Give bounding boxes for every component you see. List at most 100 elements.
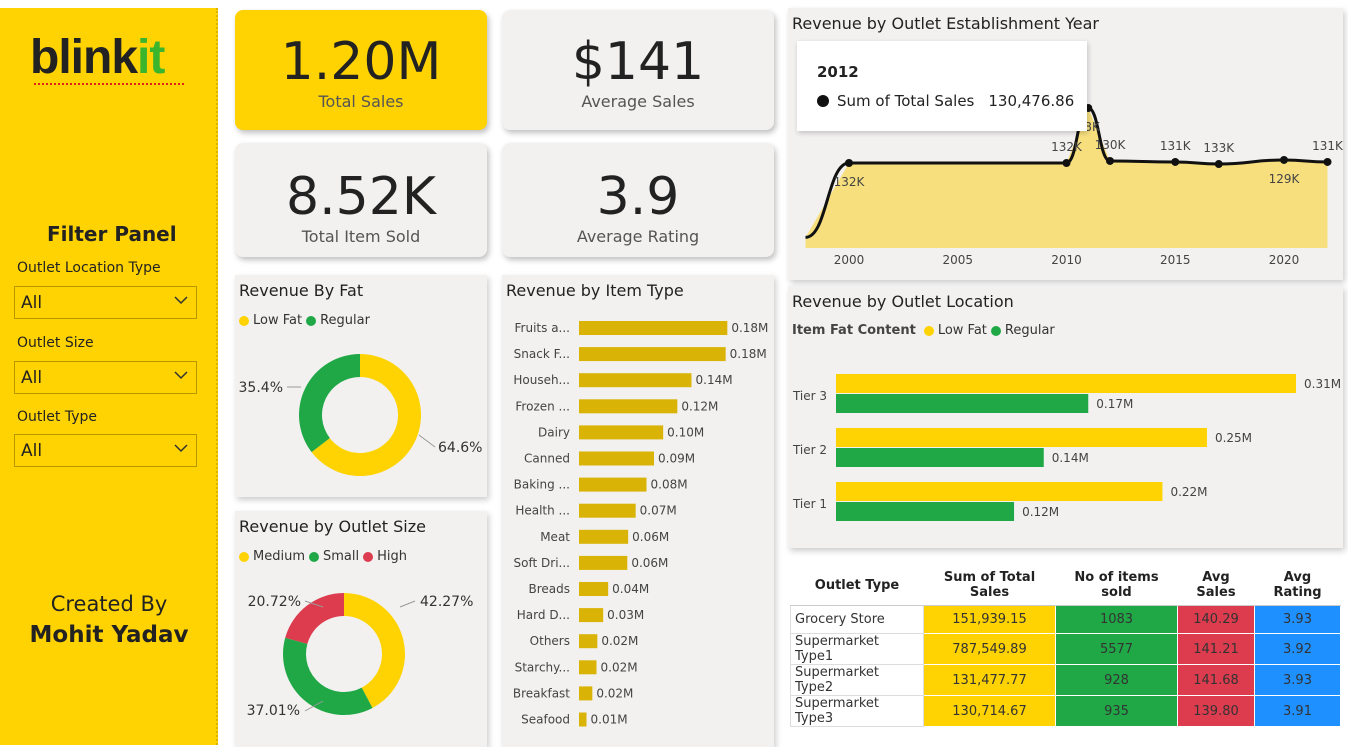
bar-category-label: Dairy [538, 425, 570, 439]
item-type-bar[interactable] [579, 399, 678, 414]
year-data-point[interactable] [845, 159, 853, 167]
table-cell-outlet-type: Supermarket Type1 [790, 633, 924, 665]
bar-data-label: 0.06M [632, 530, 669, 544]
bar-data-label: 0.09M [658, 452, 695, 466]
year-tick-label: 2000 [834, 253, 865, 267]
kpi-average-sales-value: $141 [571, 32, 705, 92]
kpi-total-sales-card[interactable]: 1.20M Total Sales [235, 10, 487, 130]
chevron-down-icon [174, 371, 188, 380]
kpi-average-rating-card[interactable]: 3.9 Average Rating [502, 143, 774, 257]
outlet-size-label: Outlet Size [17, 335, 94, 351]
table-header[interactable]: Avg Rating [1254, 565, 1341, 606]
item-type-bar[interactable] [579, 451, 654, 466]
location-bar-label: 0.22M [1170, 485, 1207, 499]
table-row[interactable]: Supermarket Type3 130,714.67 935 139.80 … [790, 695, 1341, 727]
bar-category-label: Seafood [521, 713, 570, 727]
revenue-by-year-panel[interactable]: Revenue by Outlet Establishment Year 132… [788, 8, 1343, 280]
year-data-point[interactable] [1214, 160, 1223, 169]
table-header[interactable]: No of items sold [1055, 565, 1178, 606]
item-type-bar[interactable] [579, 608, 604, 623]
kpi-total-sales-label: Total Sales [318, 92, 404, 111]
revenue-by-fat-panel[interactable]: Revenue By Fat Low Fat Regular 64.6% 35.4… [235, 275, 487, 497]
slice-leader-line [399, 600, 416, 608]
table-cell-avg-rating: 3.92 [1254, 633, 1341, 665]
outlet-type-dropdown[interactable]: All [14, 434, 197, 467]
tooltip-value: 130,476.86 [988, 92, 1075, 110]
table-cell-outlet-type: Supermarket Type2 [790, 664, 924, 696]
table-row[interactable]: Supermarket Type1 787,549.89 5577 141.21… [790, 633, 1341, 665]
item-type-bar[interactable] [579, 634, 598, 649]
bar-category-label: Househ... [513, 373, 570, 387]
year-data-point[interactable] [1106, 156, 1114, 165]
location-category-label: Tier 1 [792, 497, 827, 511]
item-type-bar[interactable] [579, 321, 728, 335]
revenue-by-fat-donut[interactable]: 64.6% 35.4% [235, 275, 487, 497]
location-bar-low-fat[interactable] [836, 374, 1296, 393]
outlet-type-table[interactable]: Outlet Type Sum of Total Sales No of ite… [790, 565, 1341, 727]
location-bar-low-fat[interactable] [836, 428, 1207, 447]
revenue-by-outlet-size-panel[interactable]: Revenue by Outlet Size Medium Small High… [235, 511, 487, 747]
kpi-average-sales-label: Average Sales [581, 92, 695, 111]
table-cell-total-sales: 151,939.15 [923, 605, 1056, 634]
location-bar-regular[interactable] [836, 502, 1015, 521]
revenue-by-outlet-location-chart[interactable]: Tier 3 0.31M 0.17M Tier 2 0.25M 0.14M Tier 1 0.… [788, 286, 1343, 548]
bar-data-label: 0.01M [591, 713, 628, 727]
location-bar-label: 0.25M [1215, 431, 1252, 445]
filter-panel-title: Filter Panel [47, 222, 177, 246]
year-data-point[interactable] [1323, 157, 1332, 166]
item-type-bar[interactable] [579, 712, 587, 727]
location-bar-low-fat[interactable] [836, 482, 1163, 501]
outlet-size-dropdown[interactable]: All [14, 361, 197, 394]
year-data-label: 132K [834, 175, 866, 189]
outlet-type-label: Outlet Type [17, 409, 97, 425]
year-data-point[interactable] [1171, 157, 1180, 166]
item-type-bar[interactable] [579, 686, 593, 701]
table-header[interactable]: Outlet Type [790, 565, 924, 606]
kpi-total-sales-value: 1.20M [280, 32, 442, 92]
bar-data-label: 0.04M [612, 582, 649, 596]
year-tick-label: 2010 [1051, 253, 1082, 267]
item-type-bar[interactable] [579, 582, 609, 596]
item-type-bar[interactable] [579, 477, 647, 492]
location-bar-regular[interactable] [836, 394, 1089, 413]
location-bar-regular[interactable] [836, 448, 1044, 467]
table-header[interactable]: Avg Sales [1177, 565, 1255, 606]
year-data-point[interactable] [1062, 159, 1071, 167]
item-type-bar[interactable] [579, 425, 664, 440]
table-cell-outlet-type: Supermarket Type3 [790, 695, 924, 727]
blinkit-logo: blinkit [30, 30, 165, 85]
bar-category-label: Baking ... [514, 478, 570, 492]
bar-data-label: 0.02M [601, 634, 638, 648]
revenue-by-item-type-panel[interactable]: Revenue by Item Type Fruits a... 0.18M Sna… [502, 275, 774, 747]
bar-data-label: 0.18M [730, 347, 767, 361]
table-header[interactable]: Sum of Total Sales [923, 565, 1056, 606]
revenue-by-fat-slice-regular[interactable] [299, 354, 360, 453]
logo-text-blink: blink [30, 31, 138, 84]
item-type-bar[interactable] [579, 373, 692, 388]
table-row[interactable]: Supermarket Type2 131,477.77 928 141.68 … [790, 664, 1341, 696]
revenue-by-outlet-location-panel[interactable]: Revenue by Outlet Location Item Fat Cont… [788, 286, 1343, 548]
revenue-by-item-type-chart[interactable]: Fruits a... 0.18M Snack F... 0.18M Househ...… [502, 275, 774, 747]
logo-text-it: it [137, 31, 165, 84]
item-type-bar[interactable] [579, 503, 636, 518]
bar-category-label: Breakfast [513, 686, 570, 700]
item-type-bar[interactable] [579, 529, 629, 544]
revenue-by-outlet-size-donut[interactable]: 42.27% 37.01% 20.72% [235, 511, 487, 747]
year-data-label: 129K [1269, 172, 1301, 186]
bar-category-label: Starchy... [515, 660, 570, 674]
tooltip-title: 2012 [817, 63, 859, 81]
location-category-label: Tier 2 [792, 443, 827, 457]
item-type-bar[interactable] [579, 555, 628, 570]
kpi-total-items-card[interactable]: 8.52K Total Item Sold [235, 143, 487, 257]
table-row[interactable]: Grocery Store 151,939.15 1083 140.29 3.9… [790, 605, 1341, 634]
kpi-average-sales-card[interactable]: $141 Average Sales [502, 10, 774, 130]
item-type-bar[interactable] [579, 660, 597, 675]
table-cell-avg-sales: 140.29 [1177, 605, 1255, 634]
year-data-point[interactable] [1280, 155, 1288, 164]
item-type-bar[interactable] [579, 347, 726, 362]
outlet-location-type-dropdown[interactable]: All [14, 286, 197, 319]
bar-data-label: 0.07M [640, 504, 677, 518]
bar-data-label: 0.08M [651, 478, 688, 492]
revenue-by-outlet-size-slice-medium[interactable] [344, 593, 405, 708]
year-data-label: 131K [1312, 139, 1343, 153]
